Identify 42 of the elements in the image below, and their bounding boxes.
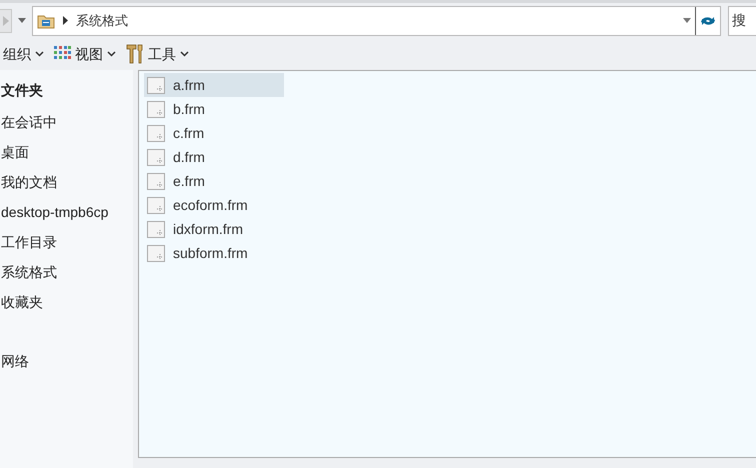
search-field[interactable]: 搜 [728, 6, 756, 36]
chevron-down-icon [35, 51, 44, 57]
file-item[interactable]: subform.frm [144, 241, 284, 265]
file-icon [147, 124, 165, 142]
search-placeholder: 搜 [732, 11, 746, 30]
breadcrumb-arrow-icon [63, 16, 68, 25]
file-icon [147, 244, 165, 262]
tools-icon [126, 44, 144, 64]
sidebar-item[interactable]: 在会话中 [0, 107, 133, 137]
toolbar-menu-button[interactable]: 组织 [1, 41, 46, 67]
file-item[interactable]: c.frm [144, 121, 284, 145]
caret-icon[interactable] [683, 18, 691, 23]
sidebar-item[interactable]: 工作目录 [0, 227, 133, 257]
caret-icon [18, 18, 26, 23]
toolbar-menu-button[interactable]: 工具 [124, 41, 191, 67]
file-item[interactable]: idxform.frm [144, 217, 284, 241]
sidebar-header: 文件夹 [0, 81, 44, 100]
sidebar-item[interactable]: 网络 [0, 346, 133, 376]
file-icon [147, 196, 165, 214]
sidebar-item[interactable]: 系统格式 [0, 257, 133, 287]
folder-icon [37, 12, 55, 28]
file-item[interactable]: ecoform.frm [144, 193, 284, 217]
file-item[interactable]: d.frm [144, 145, 284, 169]
file-icon [147, 148, 165, 166]
sidebar-item[interactable]: desktop-tmpb6cp [0, 197, 133, 227]
sidebar-item[interactable]: 我的文档 [0, 167, 133, 197]
file-item[interactable]: e.frm [144, 169, 284, 193]
address-bar[interactable]: 系统格式 [32, 6, 721, 36]
address-path[interactable]: 系统格式 [76, 10, 128, 30]
file-item[interactable]: b.frm [144, 97, 284, 121]
grid-view-icon [54, 46, 71, 62]
sidebar-item[interactable]: 收藏夹 [0, 287, 133, 317]
chevron-down-icon [107, 51, 116, 57]
file-item[interactable]: a.frm [144, 73, 284, 97]
back-arrow-icon [2, 16, 8, 26]
file-icon [147, 76, 165, 94]
file-icon [147, 100, 165, 118]
sidebar-item[interactable]: 桌面 [0, 137, 133, 167]
toolbar-menu-button[interactable]: 视图 [52, 41, 118, 67]
file-icon [147, 172, 165, 190]
chevron-down-icon [180, 51, 189, 57]
file-icon [147, 220, 165, 238]
